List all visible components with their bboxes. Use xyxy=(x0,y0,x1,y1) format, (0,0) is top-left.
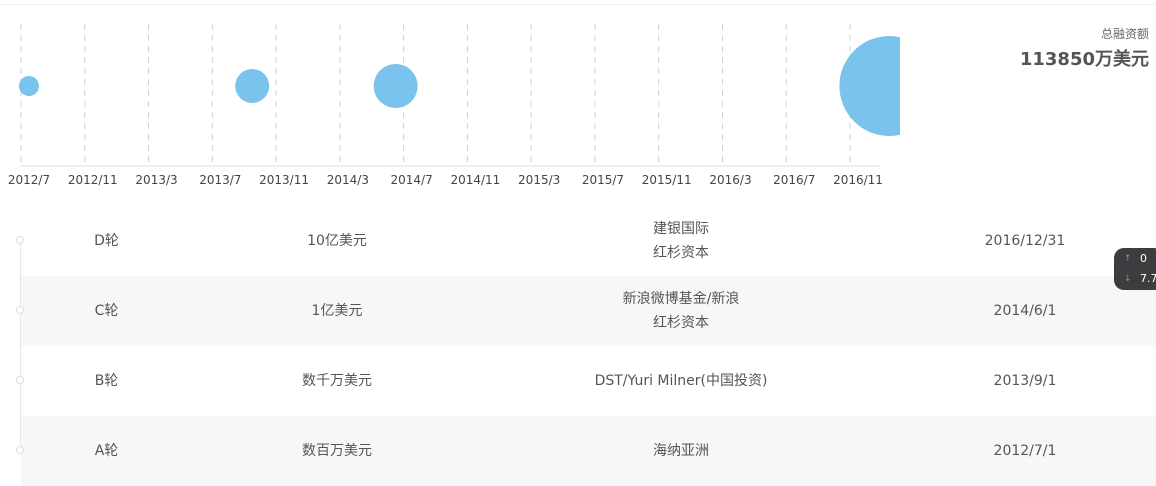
x-tick-label: 2014/3 xyxy=(327,173,369,187)
x-tick-label: 2016/3 xyxy=(709,173,751,187)
round-name: A轮 xyxy=(94,443,119,459)
round-investors: 海纳亚洲 xyxy=(581,416,781,486)
x-tick-label: 2012/7 xyxy=(8,173,50,187)
round-date: 2016/12/31 xyxy=(984,233,1066,249)
x-tick-label: 2015/7 xyxy=(582,173,624,187)
x-tick-label: 2013/7 xyxy=(199,173,241,187)
x-tick-label: 2015/3 xyxy=(518,173,560,187)
grid-lines xyxy=(20,24,851,166)
download-value: 7.7 xyxy=(1140,272,1156,285)
x-tick-label: 2014/11 xyxy=(450,173,500,187)
total-funding-label: 总融资额 xyxy=(1100,27,1149,41)
x-tick-label: 2013/3 xyxy=(135,173,177,187)
round-row[interactable]: B轮 数千万美元 DST/Yuri Milner(中国投资) 2013/9/1 xyxy=(16,346,1156,416)
round-row[interactable]: A轮 数百万美元 海纳亚洲 2012/7/1 xyxy=(16,416,1156,486)
x-tick-label: 2014/7 xyxy=(391,173,433,187)
round-row[interactable]: C轮 1亿美元 新浪微博基金/新浪 红杉资本 2014/6/1 xyxy=(16,276,1156,346)
x-tick-label: 2012/11 xyxy=(68,173,118,187)
speed-widget[interactable]: ↑ 0 ↓ 7.7 xyxy=(1114,248,1156,290)
investor-name[interactable]: 海纳亚洲 xyxy=(653,439,709,463)
funding-bubble[interactable] xyxy=(839,36,900,136)
total-funding-value: 113850万美元 xyxy=(1019,49,1149,70)
round-date: 2012/7/1 xyxy=(993,443,1057,459)
funding-bubble-chart: 2012/7 2012/11 2013/3 2013/7 2013/11 2014/3 20… xyxy=(8,24,900,187)
x-tick-label: 2015/11 xyxy=(642,173,692,187)
round-amount: 10亿美元 xyxy=(307,233,367,249)
upload-row: ↑ 0 xyxy=(1124,252,1147,265)
round-investors: 新浪微博基金/新浪 红杉资本 xyxy=(581,276,781,346)
x-axis-ticks: 2012/7 2012/11 2013/3 2013/7 2013/11 2014/3 20… xyxy=(8,173,883,187)
funding-bubble[interactable] xyxy=(19,76,39,96)
round-date: 2013/9/1 xyxy=(993,373,1057,389)
investor-name[interactable]: 建银国际 xyxy=(653,217,709,241)
x-tick-label: 2016/11 xyxy=(833,173,883,187)
investor-name[interactable]: 红杉资本 xyxy=(653,241,709,265)
round-investors: DST/Yuri Milner(中国投资) xyxy=(581,346,781,416)
investor-name[interactable]: 红杉资本 xyxy=(653,311,709,335)
investor-name[interactable]: DST/Yuri Milner(中国投资) xyxy=(595,369,768,393)
round-row[interactable]: D轮 10亿美元 建银国际 红杉资本 2016/12/31 xyxy=(16,206,1156,276)
round-amount: 1亿美元 xyxy=(311,303,363,319)
x-tick-label: 2013/11 xyxy=(259,173,309,187)
arrow-up-icon: ↑ xyxy=(1124,253,1132,264)
round-amount: 数千万美元 xyxy=(302,373,372,389)
funding-bubble[interactable] xyxy=(235,69,270,103)
round-name: C轮 xyxy=(94,303,119,319)
upload-value: 0 xyxy=(1140,252,1147,265)
investor-name[interactable]: 新浪微博基金/新浪 xyxy=(623,287,740,311)
round-name: D轮 xyxy=(94,233,119,249)
download-row: ↓ 7.7 xyxy=(1124,272,1156,285)
bubbles xyxy=(19,36,900,136)
funding-bubble[interactable] xyxy=(373,64,418,108)
round-amount: 数百万美元 xyxy=(302,443,372,459)
round-investors: 建银国际 红杉资本 xyxy=(581,206,781,276)
round-date: 2014/6/1 xyxy=(993,303,1057,319)
arrow-down-icon: ↓ xyxy=(1124,273,1132,284)
round-name: B轮 xyxy=(94,373,119,389)
x-tick-label: 2016/7 xyxy=(773,173,815,187)
